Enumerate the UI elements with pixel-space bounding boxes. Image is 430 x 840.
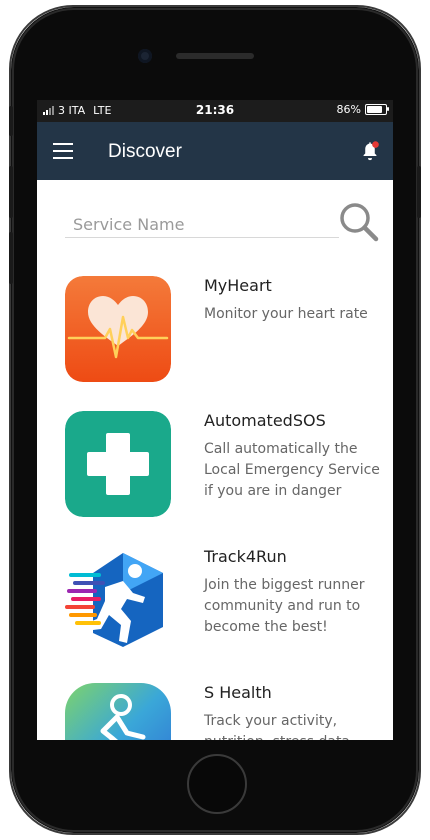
page-title: Discover [108,141,182,162]
service-name: Track4Run [204,547,287,566]
service-name: MyHeart [204,276,272,295]
list-item-s-health[interactable]: S Health Track your activity, nutrition,… [37,677,393,740]
s-health-runner-icon [65,683,171,740]
bell-icon[interactable] [359,140,381,162]
volume-down-button [9,232,13,284]
search-icon[interactable] [337,200,381,244]
search-bar [37,180,393,260]
mute-switch [9,106,13,136]
list-item-automatedsos[interactable]: AutomatedSOS Call automatically the Loca… [37,405,393,525]
service-description: Track your activity, nutrition, stress d… [204,713,363,740]
heart-rate-icon [65,276,171,382]
service-name: S Health [204,683,272,702]
list-item-track4run[interactable]: Track4Run Join the biggest runner commun… [37,541,393,661]
volume-up-button [9,166,13,218]
earpiece-speaker [176,53,254,59]
status-bar: 3 ITA LTE 21:36 86% [37,100,393,122]
battery-icon [365,104,389,115]
service-name: AutomatedSOS [204,411,326,430]
service-description: Call automatically the Local Emergency S… [204,441,380,499]
notification-badge [372,141,379,148]
search-input[interactable] [65,211,339,238]
power-button [417,166,421,218]
battery-fill [367,106,383,113]
service-description: Join the biggest runner community and ru… [204,577,365,635]
service-description: Monitor your heart rate [204,306,368,322]
menu-icon[interactable] [53,143,73,159]
list-item-myheart[interactable]: MyHeart Monitor your heart rate [37,270,393,390]
front-camera [138,49,152,63]
battery-percent: 86% [336,103,361,116]
medical-cross-icon [65,411,171,517]
app-bar: Discover [37,122,393,180]
home-button[interactable] [187,754,247,814]
app-screen: 3 ITA LTE 21:36 86% Discover Service Nam… [37,100,393,740]
runner-icon [65,547,171,653]
